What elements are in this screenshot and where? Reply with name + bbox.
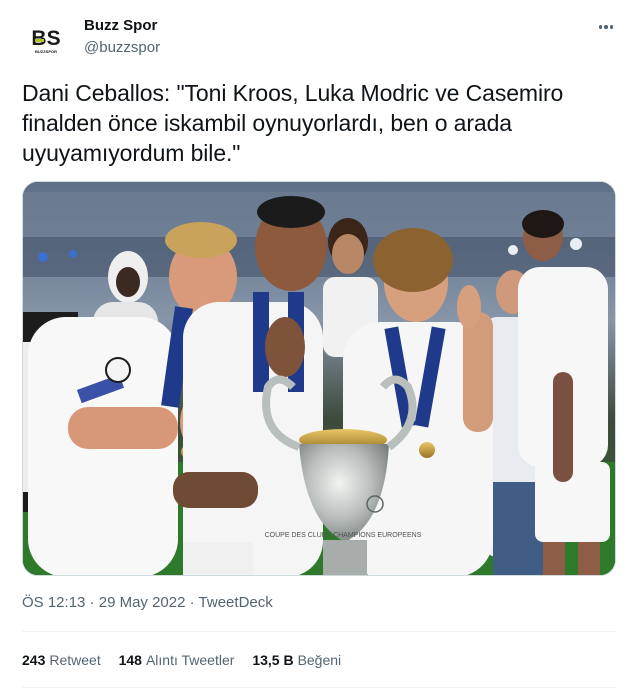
display-name[interactable]: Buzz Spor [84,16,160,36]
author-names: Buzz Spor @buzzspor [84,16,160,58]
tweet-meta: ÖS 12:13 · 29 May 2022 · TweetDeck [22,593,273,613]
user-handle[interactable]: @buzzspor [84,38,160,58]
meta-separator: · [89,594,95,611]
tweet-photo[interactable]: COUPE DES CLUBS CHAMPIONS EUROPEENS [22,181,616,576]
tweet-source-link[interactable]: TweetDeck [199,594,273,611]
quotes-count: 148 [118,652,142,668]
tweet-time[interactable]: ÖS 12:13 [22,594,85,611]
tweet-date[interactable]: 29 May 2022 [99,594,186,611]
quote-tweets-stat[interactable]: 148 Alıntı Tweetler [119,650,235,670]
trophy-inscription: COUPE DES CLUBS CHAMPIONS EUROPEENS [265,532,422,539]
likes-label: Beğeni [297,652,342,668]
more-options-button[interactable] [595,16,617,38]
buzz-spor-logo-icon: BS BUZZSPOR [22,16,70,64]
tweet-card: BS BUZZSPOR Buzz Spor @buzzspor Dani Ceb… [0,0,635,690]
likes-stat[interactable]: 13,5 B Beğeni [252,650,341,670]
tweet-header: BS BUZZSPOR Buzz Spor @buzzspor [22,12,617,64]
divider [22,631,617,632]
divider [22,687,617,688]
quotes-label: Alıntı Tweetler [145,652,235,668]
retweets-count: 243 [22,652,46,668]
avatar[interactable]: BS BUZZSPOR [22,16,70,64]
meta-separator: · [189,594,195,611]
likes-count: 13,5 B [252,652,294,668]
tweet-text: Dani Ceballos: "Toni Kroos, Luka Modric … [22,80,564,166]
avatar-letters: BS [31,27,60,50]
more-dot-icon [609,25,614,29]
more-dot-icon [604,25,608,29]
more-dot-icon [598,25,603,29]
celebration-photo: COUPE DES CLUBS CHAMPIONS EUROPEENS [23,182,615,575]
retweets-label: Retweet [49,652,101,668]
engagement-stats: 243 Retweet 148 Alıntı Tweetler 13,5 B Beğe… [22,650,355,670]
avatar-subtext: BUZZSPOR [35,49,57,54]
retweets-stat[interactable]: 243 Retweet [22,650,101,670]
